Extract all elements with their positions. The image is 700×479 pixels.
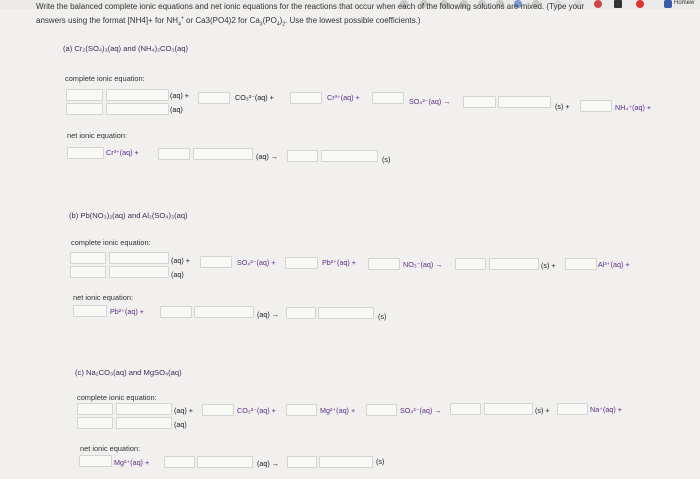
part-c-na: Na⁺(aq) + [590, 405, 622, 414]
instructions-line-2: answers using the format [NH4]+ for NH4+… [36, 15, 421, 28]
part-c-complete-input-7[interactable] [366, 404, 397, 416]
part-b-complete-input-1[interactable] [70, 252, 106, 264]
part-a-net-label: net ionic equation: [67, 131, 127, 140]
part-c-s-plus: (s) + [535, 406, 550, 415]
part-a-net-input-1[interactable] [67, 147, 104, 159]
part-b-complete-input-3[interactable] [70, 266, 106, 278]
part-a-net-aq-arrow: (aq) → [256, 152, 278, 161]
part-a-complete-input-7[interactable] [372, 92, 404, 104]
part-b-complete-input-5[interactable] [200, 256, 232, 268]
part-a-so4: SO₄²⁻(aq) → [409, 97, 451, 106]
part-c-net-s: (s) [376, 457, 385, 466]
record-icon[interactable] [636, 0, 644, 8]
part-b-complete-input-9[interactable] [489, 258, 539, 270]
part-c-complete-input-9[interactable] [484, 403, 533, 415]
part-c-complete-input-4[interactable] [116, 417, 172, 429]
p-icon[interactable] [614, 0, 622, 8]
homework-tab-label[interactable]: Homew [674, 0, 694, 6]
part-a-complete-input-9[interactable] [498, 96, 551, 108]
part-b-net-input-1[interactable] [73, 305, 107, 317]
part-b-al: Al³⁺(aq) + [598, 260, 630, 269]
part-b-complete-input-4[interactable] [109, 266, 169, 278]
part-a-net-cr: Cr³⁺(aq) + [106, 148, 139, 157]
part-c-title: (c) Na₂CO₃(aq) and MgSO₄(aq) [75, 368, 182, 377]
part-b-so4: SO₄²⁻(aq) + [237, 258, 276, 267]
part-b-no3: NO₃⁻(aq) → [403, 260, 443, 269]
part-c-complete-input-1[interactable] [77, 403, 113, 415]
part-b-net-s: (s) [378, 312, 387, 321]
part-c-net-label: net ionic equation: [80, 444, 140, 453]
part-c-complete-input-6[interactable] [286, 404, 317, 416]
part-b-aq: (aq) [171, 270, 184, 279]
part-b-net-aq-arrow: (aq) → [257, 310, 279, 319]
part-a-complete-input-6[interactable] [290, 92, 322, 104]
part-c-complete-input-10[interactable] [557, 403, 588, 415]
part-a-cr: Cr³⁺(aq) + [327, 93, 360, 102]
part-a-nh4: NH₄⁺(aq) + [615, 103, 652, 112]
part-c-net-input-1[interactable] [79, 455, 112, 467]
part-a-net-input-3[interactable] [193, 148, 253, 160]
part-b-complete-input-7[interactable] [368, 258, 400, 270]
part-b-complete-input-8[interactable] [455, 258, 486, 270]
part-b-net-label: net ionic equation: [73, 293, 133, 302]
part-a-net-s: (s) [382, 155, 391, 164]
part-b-title: (b) Pb(NO₃)₂(aq) and Al₂(SO₄)₃(aq) [69, 211, 188, 220]
part-c-net-aq-arrow: (aq) → [257, 459, 279, 468]
part-a-s-plus: (s) + [555, 102, 570, 111]
part-c-aq: (aq) [174, 420, 187, 429]
part-a-title: (a) Cr₂(SO₄)₃(aq) and (NH₄)₂CO₃(aq) [63, 44, 189, 53]
part-a-net-input-5[interactable] [321, 150, 378, 162]
part-c-net-input-4[interactable] [287, 456, 317, 468]
part-a-aq-plus: (aq) + [170, 91, 189, 100]
part-b-net-input-2[interactable] [160, 306, 192, 318]
part-a-complete-input-1[interactable] [66, 89, 103, 101]
part-c-aq-plus: (aq) + [174, 406, 193, 415]
part-a-complete-input-5[interactable] [198, 92, 230, 104]
part-b-net-pb: Pb²⁺(aq) + [110, 307, 144, 316]
part-b-complete-input-6[interactable] [285, 257, 318, 269]
n-icon[interactable] [594, 0, 602, 8]
part-c-complete-input-8[interactable] [450, 403, 481, 415]
part-c-net-input-5[interactable] [319, 456, 373, 468]
part-a-complete-label: complete ionic equation: [65, 74, 145, 83]
part-b-net-input-4[interactable] [286, 307, 316, 319]
part-c-net-input-2[interactable] [164, 456, 195, 468]
part-a-complete-input-2[interactable] [106, 89, 169, 101]
part-b-net-input-3[interactable] [194, 306, 254, 318]
part-c-net-input-3[interactable] [197, 456, 253, 468]
part-c-complete-input-2[interactable] [116, 403, 172, 415]
part-c-complete-input-3[interactable] [77, 417, 113, 429]
part-c-so4: SO₄²⁻(aq) → [400, 406, 442, 415]
part-a-co3: CO₃²⁻(aq) + [235, 93, 274, 102]
part-c-mg: Mg²⁺(aq) + [320, 406, 356, 415]
part-b-aq-plus: (aq) + [171, 256, 190, 265]
part-b-pb: Pb²⁺(aq) + [322, 258, 356, 267]
part-c-complete-label: complete ionic equation: [77, 393, 157, 402]
instructions-line-1: Write the balanced complete ionic equati… [36, 2, 585, 11]
part-b-s-plus: (s) + [541, 261, 556, 270]
part-b-complete-input-10[interactable] [565, 258, 597, 270]
part-a-net-input-2[interactable] [158, 148, 190, 160]
part-b-complete-input-2[interactable] [109, 252, 169, 264]
part-a-complete-input-4[interactable] [106, 103, 169, 115]
part-c-net-mg: Mg²⁺(aq) + [114, 458, 150, 467]
part-b-complete-label: complete ionic equation: [71, 238, 151, 247]
part-b-net-input-5[interactable] [318, 307, 374, 319]
w-icon[interactable] [664, 0, 672, 8]
part-a-aq: (aq) [170, 105, 183, 114]
part-a-complete-input-10[interactable] [580, 100, 612, 112]
part-c-co3: CO₃²⁻(aq) + [237, 406, 276, 415]
part-a-complete-input-8[interactable] [463, 96, 496, 108]
part-a-net-input-4[interactable] [287, 150, 318, 162]
part-c-complete-input-5[interactable] [202, 404, 234, 416]
part-a-complete-input-3[interactable] [66, 103, 103, 115]
